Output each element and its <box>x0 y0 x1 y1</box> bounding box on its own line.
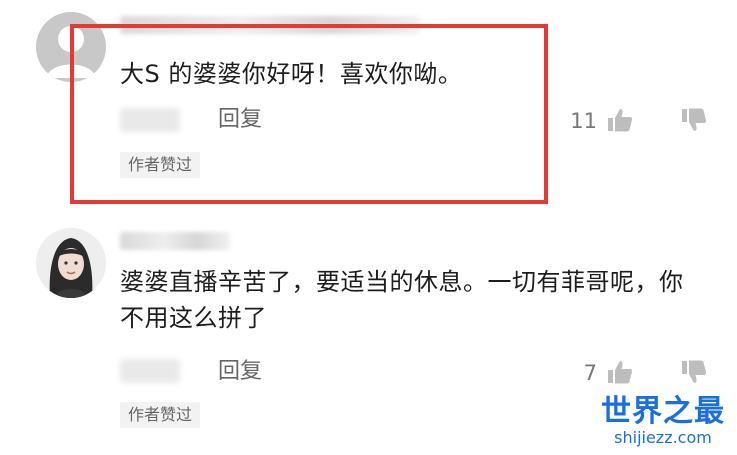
site-watermark: 世界之最 shijiezz.com <box>601 395 725 447</box>
timestamp-blurred <box>120 359 180 383</box>
author-liked-badge: 作者赞过 <box>120 402 201 428</box>
like-count: 11 <box>570 109 597 133</box>
username-blurred <box>120 232 230 250</box>
thumbs-down-icon[interactable] <box>680 106 708 134</box>
avatar[interactable] <box>36 228 106 298</box>
thumbs-up-icon[interactable] <box>606 106 634 134</box>
thumbs-up-icon[interactable] <box>606 358 634 386</box>
thumbs-down-icon[interactable] <box>680 358 708 386</box>
comment-text: 婆婆直播辛苦了，要适当的休息。一切有菲哥呢，你不用这么拼了 <box>120 268 684 332</box>
watermark-url: shijiezz.com <box>614 428 712 447</box>
watermark-title: 世界之最 <box>601 394 725 429</box>
user-photo-icon <box>36 228 106 298</box>
like-count: 7 <box>583 361 597 385</box>
highlight-box <box>70 24 548 204</box>
reply-button[interactable]: 回复 <box>218 358 262 386</box>
